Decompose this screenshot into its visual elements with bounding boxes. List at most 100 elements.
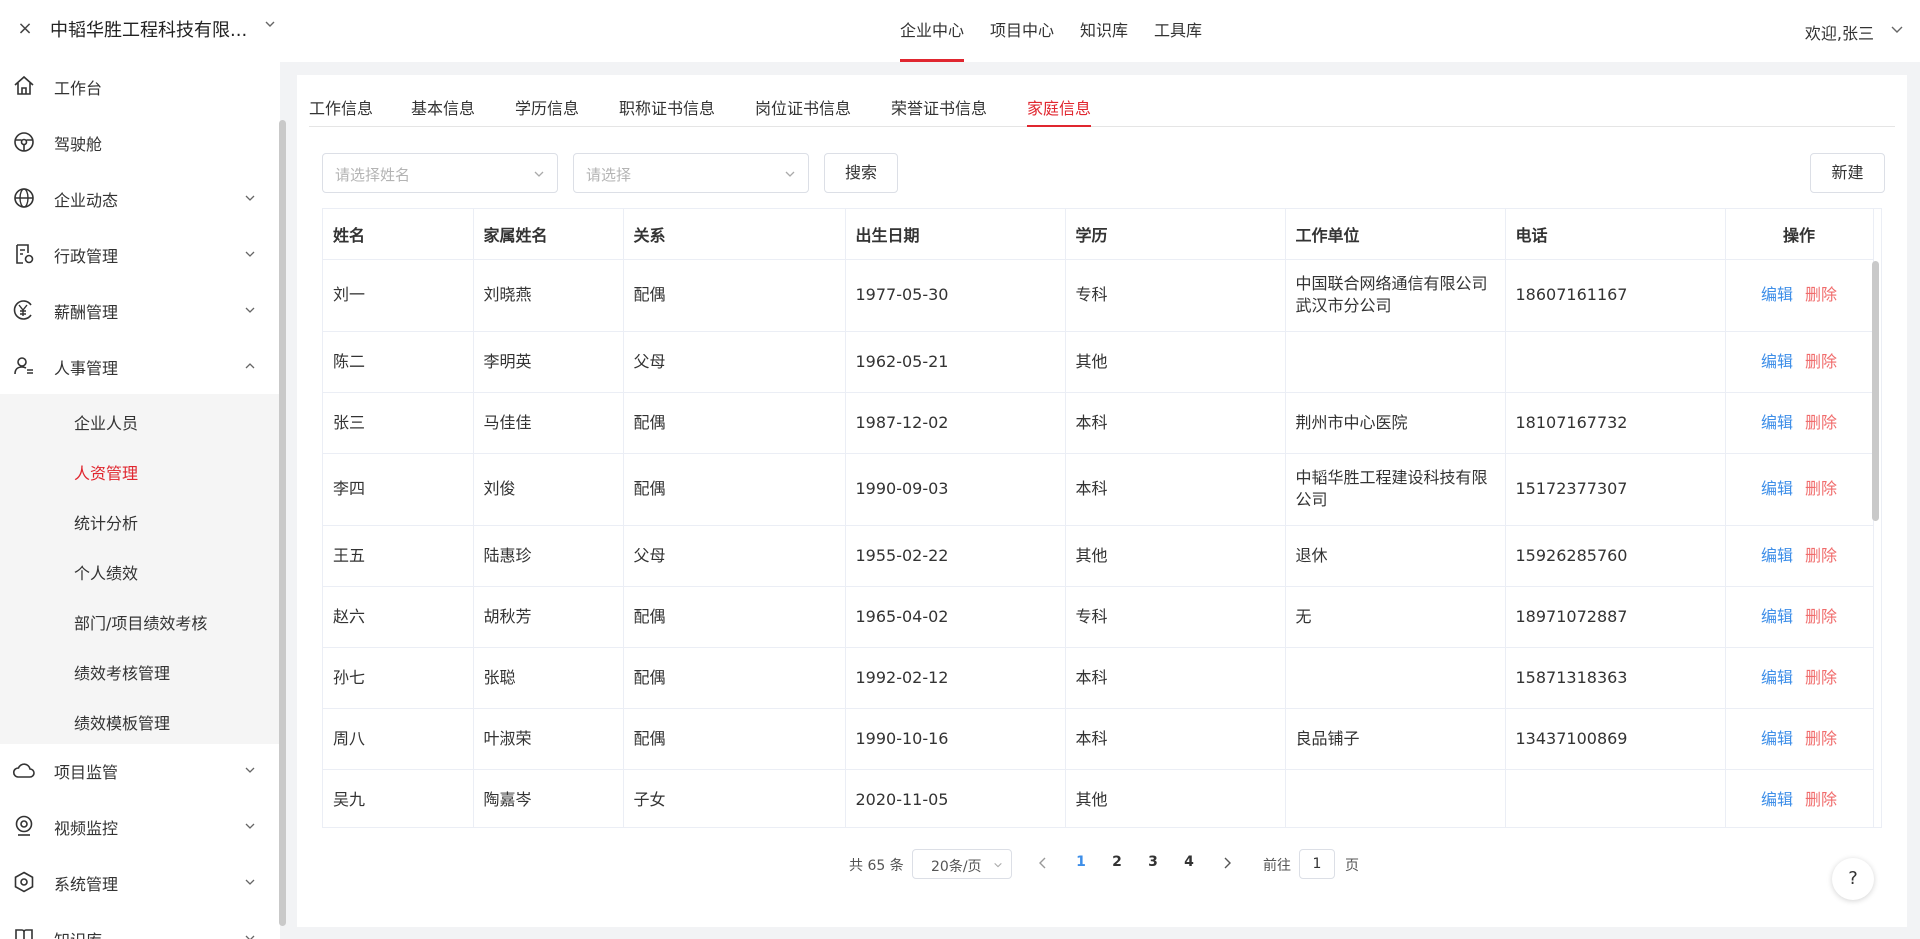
chevron-down-icon [245, 767, 255, 773]
hr-submenu: 企业人员 人资管理 统计分析 个人绩效 部门/项目绩效考核 绩效考核管理 绩效模… [0, 394, 280, 744]
table-cell [1285, 647, 1506, 709]
delete-link[interactable]: 删除 [1805, 668, 1837, 687]
tab-post-cert-info[interactable]: 岗位证书信息 [755, 95, 851, 127]
submenu-item-performance-mgmt[interactable]: 绩效考核管理 [74, 660, 170, 684]
nav-enterprise-center[interactable]: 企业中心 [900, 0, 965, 62]
sidebar-item-label: 薪酬管理 [54, 303, 119, 322]
sidebar-item-enterprise-news[interactable]: 企业动态 [0, 176, 270, 220]
page-number[interactable]: 2 [1107, 854, 1127, 870]
search-button[interactable]: 搜索 [824, 153, 898, 193]
tab-honor-cert-info[interactable]: 荣誉证书信息 [891, 95, 987, 127]
edit-link[interactable]: 编辑 [1761, 285, 1793, 304]
chevron-down-icon[interactable] [264, 18, 276, 30]
chevron-down-icon [245, 879, 255, 885]
tab-title-cert-info[interactable]: 职称证书信息 [619, 95, 715, 127]
sidebar-scrollbar[interactable] [279, 120, 286, 926]
delete-link[interactable]: 删除 [1805, 285, 1837, 304]
chevron-left-icon[interactable] [1037, 855, 1049, 871]
delete-link[interactable]: 删除 [1805, 479, 1837, 498]
table-cell: 15871318363 [1505, 647, 1726, 709]
table-cell: 配偶 [623, 586, 846, 648]
table-cell: 配偶 [623, 708, 846, 770]
sidebar-item-knowledge[interactable]: 知识库 [0, 916, 270, 939]
edit-link[interactable]: 编辑 [1761, 668, 1793, 687]
table-row: 孙七 张聪 配偶 1992-02-12 本科 15871318363 编辑 删除 [323, 647, 1874, 709]
table-cell: 叶淑荣 [473, 708, 624, 770]
camera-icon [15, 815, 33, 836]
submenu-item-performance-template[interactable]: 绩效模板管理 [74, 710, 170, 734]
sidebar-item-system[interactable]: 系统管理 [0, 860, 270, 904]
edit-link[interactable]: 编辑 [1761, 352, 1793, 371]
sidebar-item-salary[interactable]: 薪酬管理 [0, 288, 270, 332]
table-cell: 18607161167 [1505, 259, 1726, 332]
sidebar: 工作台 驾驶舱 企业动态 行政管理 薪酬管理 人事管理 企业人员 人资管理 统计… [0, 62, 286, 939]
page-number[interactable]: 3 [1143, 854, 1163, 870]
table-cell: 中韬华胜工程建设科技有限公司 [1285, 453, 1506, 526]
sidebar-item-admin[interactable]: 行政管理 [0, 232, 270, 276]
sidebar-item-label: 工作台 [54, 79, 103, 98]
table-scrollbar[interactable] [1872, 261, 1879, 521]
edit-link[interactable]: 编辑 [1761, 729, 1793, 748]
table-cell: 其他 [1065, 525, 1286, 587]
table-actions-cell: 编辑 删除 [1725, 525, 1874, 587]
table-cell: 赵六 [323, 586, 474, 648]
table-cell: 1962-05-21 [845, 331, 1066, 393]
page-number[interactable]: 4 [1179, 854, 1199, 870]
submenu-item-staff[interactable]: 企业人员 [74, 410, 138, 434]
sidebar-item-label: 行政管理 [54, 247, 119, 266]
table-cell [1505, 331, 1726, 393]
chevron-down-icon[interactable] [1890, 22, 1904, 36]
table-row: 张三 马佳佳 配偶 1987-12-02 本科 荆州市中心医院 18107167732 编辑删… [323, 392, 1874, 454]
sidebar-item-hr[interactable]: 人事管理 [0, 344, 270, 388]
chevron-right-icon[interactable] [1221, 855, 1233, 871]
tab-work-info[interactable]: 工作信息 [309, 95, 373, 127]
delete-link[interactable]: 删除 [1805, 607, 1837, 626]
company-name[interactable]: 中韬华胜工程科技有限... [50, 16, 247, 42]
sidebar-item-video-monitor[interactable]: 视频监控 [0, 804, 270, 848]
table-cell [1505, 769, 1726, 827]
relation-select-placeholder: 请选择 [586, 166, 632, 184]
user-welcome[interactable]: 欢迎,张三 [1805, 20, 1874, 44]
sidebar-item-cockpit[interactable]: 驾驶舱 [0, 120, 270, 164]
new-button[interactable]: 新建 [1810, 153, 1885, 193]
delete-link[interactable]: 删除 [1805, 413, 1837, 432]
delete-link[interactable]: 删除 [1805, 546, 1837, 565]
submenu-item-statistics[interactable]: 统计分析 [74, 510, 138, 534]
submenu-item-personal-performance[interactable]: 个人绩效 [74, 560, 138, 584]
relation-select[interactable]: 请选择 [573, 153, 809, 193]
edit-link[interactable]: 编辑 [1761, 479, 1793, 498]
help-button[interactable]: ? [1832, 858, 1874, 900]
nav-tool-library[interactable]: 工具库 [1154, 0, 1202, 62]
table-cell: 配偶 [623, 392, 846, 454]
page-size-select[interactable]: 20条/页 [912, 849, 1012, 879]
column-header: 姓名 [323, 209, 474, 260]
edit-link[interactable]: 编辑 [1761, 413, 1793, 432]
delete-link[interactable]: 删除 [1805, 352, 1837, 371]
submenu-item-hr-admin[interactable]: 人资管理 [74, 460, 138, 484]
sidebar-item-workbench[interactable]: 工作台 [0, 64, 270, 108]
tab-basic-info[interactable]: 基本信息 [411, 95, 475, 127]
goto-page-input[interactable]: 1 [1299, 849, 1335, 879]
submenu-item-dept-performance[interactable]: 部门/项目绩效考核 [74, 610, 207, 634]
edit-link[interactable]: 编辑 [1761, 790, 1793, 809]
table-row: 李四 刘俊 配偶 1990-09-03 本科 中韬华胜工程建设科技有限公司 15172377… [323, 453, 1874, 526]
user-list-icon [14, 357, 33, 375]
edit-link[interactable]: 编辑 [1761, 546, 1793, 565]
close-icon[interactable]: × [16, 18, 34, 39]
sidebar-item-project-supervision[interactable]: 项目监管 [0, 748, 270, 792]
edit-link[interactable]: 编辑 [1761, 607, 1793, 626]
column-header: 家属姓名 [473, 209, 624, 260]
name-select[interactable]: 请选择姓名 [322, 153, 558, 193]
table-cell: 张三 [323, 392, 474, 454]
tab-family-info[interactable]: 家庭信息 [1027, 95, 1092, 127]
chevron-down-icon [245, 307, 255, 313]
delete-link[interactable]: 删除 [1805, 729, 1837, 748]
table-cell: 陆惠珍 [473, 525, 624, 587]
delete-link[interactable]: 删除 [1805, 790, 1837, 809]
nav-project-center[interactable]: 项目中心 [990, 0, 1054, 62]
tab-education-info[interactable]: 学历信息 [515, 95, 579, 127]
chevron-down-icon [245, 195, 255, 201]
table-cell: 15926285760 [1505, 525, 1726, 587]
page-number[interactable]: 1 [1071, 854, 1091, 870]
nav-knowledge-base[interactable]: 知识库 [1080, 0, 1128, 62]
